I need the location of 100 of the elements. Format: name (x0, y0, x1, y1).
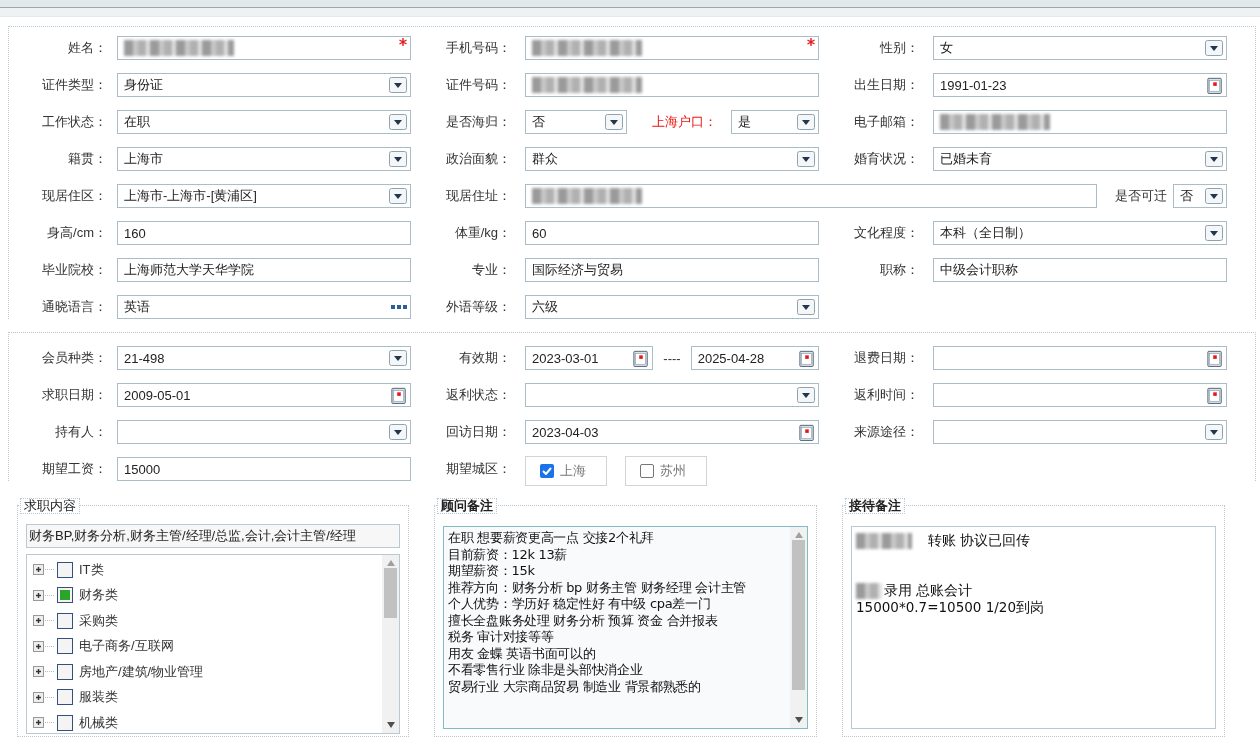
checkbox[interactable] (57, 561, 73, 578)
field-label: 文化程度： (853, 224, 920, 242)
field-label: 是否海归： (445, 113, 512, 131)
input-field[interactable]: 财务BP,财务分析,财务主管/经理/总监,会计,会计主管/经理 (26, 524, 400, 548)
dropdown[interactable]: 身份证 (117, 73, 411, 97)
checkbox[interactable] (57, 689, 73, 706)
date-field[interactable]: 2023-03-01 (525, 346, 654, 370)
notes-textarea[interactable]: 转账 协议已回传 录用 总账会计 15000*0.7=10500 1/20到岗 (851, 526, 1216, 729)
field-label: 现居住址： (445, 187, 512, 205)
field-label: 工作状态： (41, 113, 108, 131)
city-option[interactable]: 上海 (525, 456, 607, 486)
picker-field[interactable]: 英语 (117, 295, 411, 319)
scrollbar-thumb[interactable] (384, 568, 397, 618)
checkbox[interactable] (57, 638, 73, 655)
dropdown[interactable]: 六级 (525, 295, 819, 319)
note-text: 15000*0.7=10500 1/20到岗 (856, 599, 1045, 616)
expand-icon[interactable] (33, 640, 57, 652)
scroll-down-icon[interactable] (386, 722, 395, 728)
field-label: 是否可迁 (1114, 187, 1168, 205)
checkbox[interactable] (57, 714, 73, 731)
input-field[interactable]: 60 (525, 221, 819, 245)
date-field[interactable]: 2009-05-01 (117, 383, 411, 407)
field-label: 身高/cm： (46, 224, 108, 242)
input-field[interactable] (525, 36, 819, 60)
calendar-icon[interactable] (799, 349, 815, 367)
scroll-down-icon[interactable] (794, 717, 803, 723)
range-separator: ---- (662, 350, 682, 366)
calendar-icon[interactable] (391, 386, 407, 404)
checkbox[interactable] (640, 464, 654, 478)
calendar-icon[interactable] (1207, 349, 1223, 367)
field-label: 姓名： (67, 39, 108, 57)
tree-item[interactable]: 财务类 (33, 582, 382, 608)
scrollbar[interactable] (382, 555, 399, 733)
dropdown[interactable]: 已婚未育 (933, 147, 1227, 171)
dropdown[interactable]: 是 (731, 110, 819, 134)
more-icon[interactable] (391, 305, 407, 309)
field-label: 来源途径： (853, 423, 920, 441)
calendar-icon[interactable] (1207, 386, 1223, 404)
tree-item[interactable]: 机械类 (33, 710, 382, 733)
dropdown[interactable]: 上海市 (117, 147, 411, 171)
date-field[interactable] (933, 346, 1227, 370)
checkbox[interactable] (57, 587, 73, 604)
scrollbar[interactable] (790, 527, 807, 728)
dropdown[interactable]: 21-498 (117, 346, 411, 370)
note-text: 录用 总账会计 (884, 582, 973, 599)
date-field[interactable]: 2023-04-03 (525, 420, 819, 444)
date-field[interactable]: 1991-01-23 (933, 73, 1227, 97)
checkbox[interactable] (57, 612, 73, 629)
checkbox[interactable] (540, 464, 554, 478)
calendar-icon[interactable] (1207, 76, 1223, 94)
dropdown[interactable]: 否 (1173, 184, 1227, 208)
input-field[interactable]: 15000 (117, 457, 411, 481)
calendar-icon[interactable] (633, 349, 650, 367)
field-label: 上海户口： (651, 113, 718, 131)
expand-icon[interactable] (33, 691, 57, 703)
field-label: 证件类型： (41, 76, 108, 94)
tree-label: 电子商务/互联网 (79, 637, 174, 656)
field-label: 外语等级： (445, 298, 512, 316)
expand-icon[interactable] (33, 666, 57, 678)
note-text: 期望薪资：15k (448, 563, 536, 580)
field-label: 回访日期： (445, 423, 512, 441)
date-field[interactable] (933, 383, 1227, 407)
input-field[interactable]: 160 (117, 221, 411, 245)
tree-item[interactable]: 房地产/建筑/物业管理 (33, 659, 382, 685)
input-field[interactable]: 上海师范大学天华学院 (117, 258, 411, 282)
field-label: 手机号码： (445, 39, 512, 57)
note-text: 在职 想要薪资更高一点 交接2个礼拜 (448, 530, 656, 547)
input-field[interactable]: 中级会计职称 (933, 258, 1227, 282)
dropdown[interactable]: 否 (525, 110, 627, 134)
checkbox[interactable] (57, 663, 73, 680)
input-field[interactable] (525, 184, 1097, 208)
dropdown[interactable]: 上海市-上海市-[黄浦区] (117, 184, 411, 208)
scrollbar-thumb[interactable] (792, 540, 805, 690)
expand-icon[interactable] (33, 717, 57, 729)
expand-icon[interactable] (33, 564, 57, 576)
note-text: 目前薪资：12k 13薪 (448, 546, 569, 563)
tree-item[interactable]: 采购类 (33, 608, 382, 634)
tree-label: 财务类 (79, 586, 118, 605)
input-field[interactable] (933, 110, 1227, 134)
field-label: 返利时间： (853, 386, 920, 404)
dropdown[interactable]: 群众 (525, 147, 819, 171)
tree-item[interactable]: 服装类 (33, 684, 382, 710)
tree-item[interactable]: IT类 (33, 557, 382, 583)
field-label: 性别： (879, 39, 920, 57)
calendar-icon[interactable] (799, 423, 815, 441)
dropdown[interactable]: 在职 (117, 110, 411, 134)
notes-textarea[interactable]: 在职 想要薪资更高一点 交接2个礼拜 目前薪资：12k 13薪 期望薪资：15k 推荐方向：财务分析 bp 财务主管 财务经理 会计主管 个人优势：学历好 稳定性好 有中级 cpa差一门 擅长全盘账务处理 财务分析 预算 资金 合并报表 税务 审计对接等等 用友 金蝶 英语书面可以的 不看零售行业 除非是头部快消企业 贸易行业 大宗商品贸易 制造业 背景都熟悉的 (443, 526, 808, 729)
dropdown[interactable]: 本科（全日制） (933, 221, 1227, 245)
city-option[interactable]: 苏州 (625, 456, 707, 486)
expand-icon[interactable] (33, 589, 57, 601)
expand-icon[interactable] (33, 615, 57, 627)
field-label: 毕业院校： (41, 261, 108, 279)
input-field[interactable] (525, 73, 819, 97)
input-field[interactable] (117, 36, 411, 60)
tree-label: IT类 (79, 560, 104, 579)
field-label: 专业： (471, 261, 512, 279)
date-field[interactable]: 2025-04-28 (690, 346, 819, 370)
tree-item[interactable]: 电子商务/互联网 (33, 633, 382, 659)
input-field[interactable]: 国际经济与贸易 (525, 258, 819, 282)
dropdown[interactable]: 女 (933, 36, 1227, 60)
